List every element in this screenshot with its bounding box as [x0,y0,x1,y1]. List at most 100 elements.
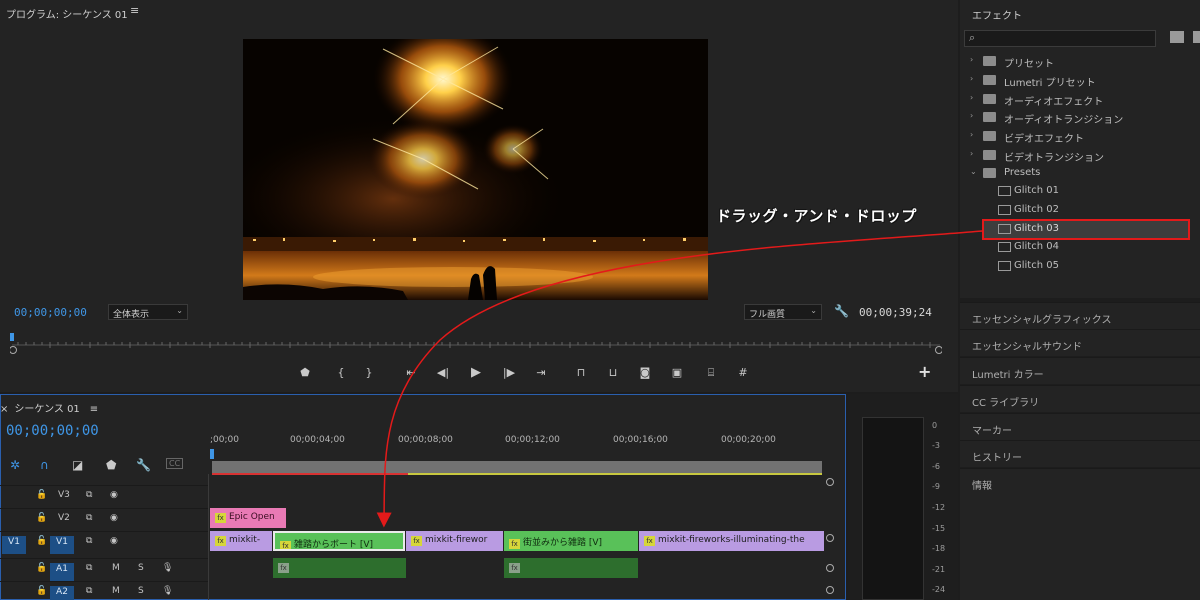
clip-v1-zattou-boat[interactable]: fx 雑踏からボート [V] [273,531,405,551]
tree-item-glitch-03[interactable]: Glitch 03 [960,220,1200,238]
marker-icon[interactable]: ⬟ [106,458,116,472]
solo-button[interactable]: S [138,586,144,596]
tree-item-presets-bin[interactable]: ⌄ Presets [960,164,1200,182]
camera-icon[interactable]: ◙ [634,364,656,382]
quality-select[interactable]: フル画質 ⌄ [744,304,822,320]
sync-icon[interactable]: ⧉ [86,490,92,500]
microphone-icon[interactable]: 🎙 [162,563,173,573]
new-bin-icon[interactable] [1170,31,1184,43]
track-label[interactable]: A1 [50,563,74,581]
timeline-ruler[interactable]: ;00;00 00;00;04;00 00;00;08;00 00;00;12;… [210,435,832,455]
mark-out-icon[interactable]: } [358,364,380,382]
wrench-icon[interactable]: 🔧 [136,458,151,472]
scroll-handle-icon[interactable] [826,586,834,594]
extract-icon[interactable]: ⊔ [602,364,624,382]
step-back-icon[interactable]: ◀| [432,364,454,382]
timeline-playhead[interactable] [210,449,214,459]
sync-icon[interactable]: ⧉ [86,536,92,546]
captions-icon[interactable]: CC [166,458,184,469]
panel-cc-libraries[interactable]: CC ライブラリ [960,385,1200,412]
eye-icon[interactable]: ◉ [110,490,118,500]
settings-wrench-icon[interactable]: 🔧 [834,304,849,318]
effects-search-input[interactable]: ⌕ [964,30,1156,47]
scroll-handle-icon[interactable] [826,478,834,486]
panel-history[interactable]: ヒストリー [960,440,1200,467]
track-label[interactable]: A2 [50,586,74,600]
clip-epic-open[interactable]: fx Epic Open [210,508,286,528]
scroll-handle-icon[interactable] [826,534,834,542]
sync-icon[interactable]: ⧉ [86,563,92,573]
solo-button[interactable]: S [138,563,144,573]
zoom-select[interactable]: 全体表示 ⌄ [108,304,188,320]
mute-button[interactable]: M [112,586,120,596]
snap-icon[interactable]: ✲ [10,458,20,472]
tree-item-glitch-04[interactable]: Glitch 04 [960,238,1200,256]
tree-item-audio-effects[interactable]: › オーディオエフェクト [960,90,1200,108]
program-monitor-title[interactable]: プログラム: シーケンス 01 [6,6,128,21]
lock-icon[interactable]: 🔓 [36,563,47,573]
close-icon[interactable]: × [0,404,8,415]
lock-icon[interactable]: 🔓 [36,490,47,500]
linked-selection-icon[interactable]: ∩ [40,458,49,472]
comparison-view-icon[interactable]: ▣ [666,364,688,382]
effects-panel-title[interactable]: エフェクト [972,7,1022,22]
add-button-icon[interactable]: + [918,362,931,381]
timeline-tab[interactable]: × シーケンス 01 ≡ [0,400,98,415]
play-icon[interactable]: ▶ [465,364,487,382]
track-label[interactable]: V2 [58,513,70,523]
tree-item-video-transitions[interactable]: › ビデオトランジション [960,146,1200,164]
go-to-out-icon[interactable]: ⇥ [530,364,552,382]
clip-a1-audio-2[interactable]: fx [504,558,638,578]
clip-v1-mixkit-a[interactable]: fx mixkit- [210,531,272,551]
track-label[interactable]: V1 [50,536,74,554]
meter-scale-label: -3 [932,441,940,450]
mute-button[interactable]: M [112,563,120,573]
tree-item-glitch-02[interactable]: Glitch 02 [960,201,1200,219]
fx-badge: fx [280,541,291,549]
track-label[interactable]: V3 [58,490,70,500]
panel-markers[interactable]: マーカー [960,413,1200,440]
program-timecode[interactable]: 00;00;00;00 [14,306,87,319]
panel-essential-graphics[interactable]: エッセンシャルグラフィックス [960,302,1200,329]
eye-icon[interactable]: ◉ [110,513,118,523]
work-area-bar[interactable] [212,461,822,473]
tree-item-presets[interactable]: › プリセット [960,52,1200,70]
tree-item-audio-transitions[interactable]: › オーディオトランジション [960,108,1200,126]
chevron-right-icon: › [970,93,974,102]
timeline-timecode[interactable]: 00;00;00;00 [6,423,99,439]
sync-icon[interactable]: ⧉ [86,586,92,596]
clip-a1-audio-1[interactable]: fx [273,558,406,578]
source-patch-v1[interactable]: V1 [2,536,26,554]
step-forward-icon[interactable]: |▶ [498,364,520,382]
mark-in-icon[interactable]: { [330,364,352,382]
panel-lumetri-color[interactable]: Lumetri カラー [960,357,1200,384]
clip-v1-machinami[interactable]: fx 街並みから雑踏 [V] [504,531,638,551]
meter-scale-label: -18 [932,544,946,553]
microphone-icon[interactable]: 🎙 [162,586,173,596]
lock-icon[interactable]: 🔓 [36,586,47,596]
safe-margins-icon[interactable]: ⌸ [700,364,722,382]
panel-info[interactable]: 情報 [960,468,1200,600]
sync-icon[interactable]: ⧉ [86,513,92,523]
program-scrubber[interactable] [9,333,943,355]
audio-meter [862,417,924,600]
scroll-handle-icon[interactable] [826,564,834,572]
tree-item-lumetri-presets[interactable]: › Lumetri プリセット [960,71,1200,89]
program-menu-icon[interactable]: ≡ [130,4,139,17]
panel-essential-sound[interactable]: エッセンシャルサウンド [960,329,1200,356]
tree-item-glitch-01[interactable]: Glitch 01 [960,182,1200,200]
eye-icon[interactable]: ◉ [110,536,118,546]
go-to-in-icon[interactable]: ⇤ [400,364,422,382]
lift-icon[interactable]: ⊓ [570,364,592,382]
clip-v1-mixkit-illuminating[interactable]: fx mixkit-fireworks-illuminating-the [639,531,824,551]
clip-v1-mixkit-firework[interactable]: fx mixkit-firewor [406,531,503,551]
new-item-icon[interactable] [1193,31,1200,43]
add-marker-icon[interactable]: ⬟ [294,364,316,382]
lock-icon[interactable]: 🔓 [36,536,47,546]
timeline-menu-icon[interactable]: ≡ [90,404,98,415]
tree-item-glitch-05[interactable]: Glitch 05 [960,257,1200,275]
nest-icon[interactable]: ◪ [72,458,83,472]
grid-icon[interactable]: # [732,364,754,382]
tree-item-video-effects[interactable]: › ビデオエフェクト [960,127,1200,145]
lock-icon[interactable]: 🔓 [36,513,47,523]
